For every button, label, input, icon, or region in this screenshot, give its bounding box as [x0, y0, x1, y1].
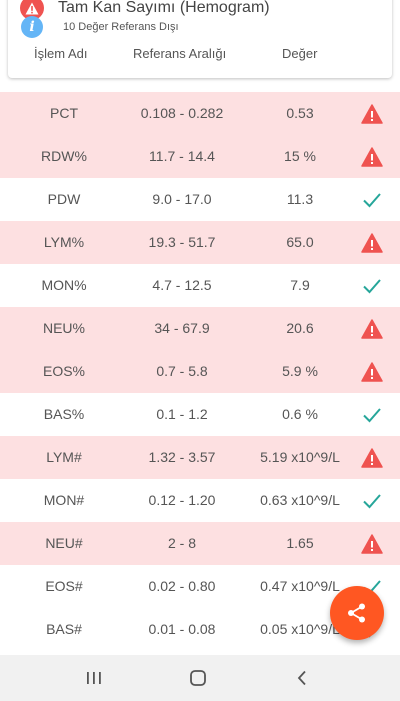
home-button[interactable] — [178, 655, 218, 701]
reference-range: 0.01 - 0.08 — [148, 621, 216, 637]
reference-range: 11.7 - 14.4 — [149, 148, 215, 164]
page-title: Tam Kan Sayımı (Hemogram) — [58, 0, 270, 16]
test-name: BAS% — [43, 406, 85, 422]
reference-range: 2 - 8 — [167, 535, 196, 551]
warning-icon — [358, 436, 386, 479]
reference-range: 1.32 - 3.57 — [148, 449, 216, 465]
test-name: MON# — [43, 492, 85, 508]
recents-button[interactable] — [74, 655, 114, 701]
result-row[interactable]: MON# 0.12 - 1.20 0.63 x10^9/L — [0, 479, 400, 522]
result-row[interactable]: EOS% 0.7 - 5.8 5.9 % — [0, 350, 400, 393]
result-row[interactable]: PCT 0.108 - 0.282 0.53 — [0, 92, 400, 135]
column-header-range: Referans Aralığı — [133, 46, 227, 61]
result-row[interactable]: LYM% 19.3 - 51.7 65.0 — [0, 221, 400, 264]
warning-icon — [358, 350, 386, 393]
test-name: PDW — [47, 191, 81, 207]
back-icon — [297, 670, 306, 686]
column-headers: İşlem Adı Referans Aralığı Değer — [8, 46, 392, 66]
result-value: 0.6 % — [282, 406, 318, 422]
result-value: 7.9 — [290, 277, 310, 293]
result-row[interactable]: LYM# 1.32 - 3.57 5.19 x10^9/L — [0, 436, 400, 479]
column-header-name: İşlem Adı — [34, 46, 88, 61]
result-value: 1.65 — [286, 535, 314, 551]
back-button[interactable] — [282, 655, 322, 701]
result-value: 0.53 — [286, 105, 314, 121]
subtitle-row: i 10 Değer Referans Dışı — [20, 16, 179, 38]
test-name: BAS# — [46, 621, 82, 637]
warning-icon — [358, 522, 386, 565]
result-row[interactable]: MON% 4.7 - 12.5 7.9 — [0, 264, 400, 307]
results-list: PCT 0.108 - 0.282 0.53 RDW% 11.7 - 14.4 15 % P… — [0, 92, 400, 651]
test-name: PCT — [50, 105, 78, 121]
warning-icon — [358, 221, 386, 264]
check-icon — [358, 264, 386, 307]
reference-range: 9.0 - 17.0 — [152, 191, 212, 207]
result-value: 5.9 % — [282, 363, 318, 379]
test-name: EOS% — [42, 363, 85, 379]
report-header-card: Tam Kan Sayımı (Hemogram) i 10 Değer Ref… — [8, 0, 392, 78]
test-name: NEU# — [45, 535, 83, 551]
reference-range: 34 - 67.9 — [154, 320, 210, 336]
share-button[interactable] — [330, 586, 384, 640]
result-row[interactable]: NEU# 2 - 8 1.65 — [0, 522, 400, 565]
check-icon — [358, 479, 386, 522]
result-value: 20.6 — [286, 320, 314, 336]
result-value: 15 % — [284, 148, 316, 164]
reference-range: 19.3 - 51.7 — [148, 234, 216, 250]
test-name: NEU% — [42, 320, 85, 336]
recents-icon — [87, 672, 101, 684]
reference-range: 0.02 - 0.80 — [148, 578, 216, 594]
warning-icon — [358, 135, 386, 178]
reference-range: 0.1 - 1.2 — [156, 406, 208, 422]
test-name: MON% — [41, 277, 87, 293]
info-icon: i — [21, 16, 43, 38]
test-name: LYM# — [46, 449, 82, 465]
test-name: LYM% — [43, 234, 85, 250]
check-icon — [358, 178, 386, 221]
reference-range: 0.7 - 5.8 — [156, 363, 208, 379]
result-value: 11.3 — [286, 191, 314, 207]
column-header-value: Değer — [282, 46, 318, 61]
check-icon — [358, 393, 386, 436]
warning-icon — [358, 92, 386, 135]
test-name: EOS# — [45, 578, 83, 594]
result-row[interactable]: RDW% 11.7 - 14.4 15 % — [0, 135, 400, 178]
result-row[interactable]: PDW 9.0 - 17.0 11.3 — [0, 178, 400, 221]
share-icon — [348, 603, 365, 623]
system-navigation-bar — [0, 655, 400, 701]
home-icon — [190, 670, 206, 686]
out-of-range-summary: 10 Değer Referans Dışı — [63, 21, 179, 33]
test-name: RDW% — [41, 148, 87, 164]
warning-icon — [358, 307, 386, 350]
result-value: 65.0 — [286, 234, 314, 250]
reference-range: 0.108 - 0.282 — [140, 105, 224, 121]
reference-range: 4.7 - 12.5 — [152, 277, 212, 293]
result-row[interactable]: NEU% 34 - 67.9 20.6 — [0, 307, 400, 350]
reference-range: 0.12 - 1.20 — [148, 492, 216, 508]
result-row[interactable]: BAS% 0.1 - 1.2 0.6 % — [0, 393, 400, 436]
result-value: 5.19 x10^9/L — [260, 449, 340, 465]
result-value: 0.63 x10^9/L — [260, 492, 340, 508]
